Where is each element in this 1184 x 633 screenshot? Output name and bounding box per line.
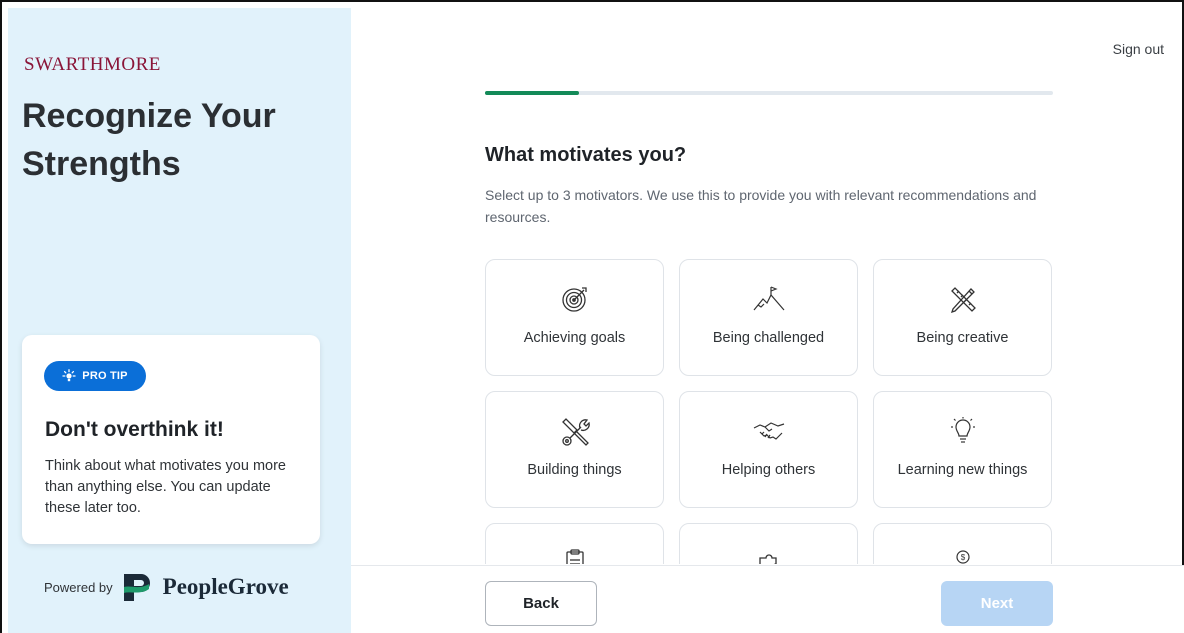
question-title: What motivates you? (485, 144, 687, 166)
pro-tip-card: PRO TIP Don't overthink it! Think about … (22, 335, 320, 544)
handshake-icon (680, 416, 857, 446)
pro-tip-badge: PRO TIP (44, 361, 146, 391)
option-being-challenged[interactable]: Being challenged (679, 259, 858, 376)
lightbulb-icon (874, 416, 1051, 446)
mountain-flag-icon (680, 284, 857, 314)
clipboard-icon (486, 548, 663, 564)
motivator-grid: Achieving goals Being challenged Being c… (485, 259, 1053, 564)
option-clipboard[interactable] (485, 523, 664, 564)
powered-by: Powered by PeopleGrove (44, 570, 289, 604)
tools-icon (486, 416, 663, 446)
tip-title: Don't overthink it! (45, 418, 224, 441)
option-label: Learning new things (897, 462, 1028, 478)
powered-by-label: Powered by (44, 579, 113, 595)
tip-text: Think about what motivates you more than… (45, 458, 286, 516)
option-money[interactable]: $ (873, 523, 1052, 564)
option-learning-new-things[interactable]: Learning new things (873, 391, 1052, 508)
question-subtitle: Select up to 3 motivators. We use this t… (485, 187, 1037, 225)
progress-bar (485, 91, 1053, 95)
option-being-creative[interactable]: Being creative (873, 259, 1052, 376)
page-title-line2: Strengths (22, 145, 181, 183)
option-label: Helping others (721, 462, 816, 478)
powered-by-brand: PeopleGrove (162, 574, 289, 599)
back-button[interactable]: Back (485, 581, 597, 626)
svg-text:$: $ (960, 553, 965, 562)
footer-divider (351, 565, 1184, 566)
progress-bar-fill (485, 91, 579, 95)
option-puzzle[interactable] (679, 523, 858, 564)
puzzle-icon (680, 548, 857, 564)
page-title: Recognize Your Strengths (22, 92, 342, 188)
left-panel: SWARTHMORE Recognize Your Strengths PRO … (8, 8, 351, 633)
option-label: Being creative (916, 330, 1009, 346)
option-achieving-goals[interactable]: Achieving goals (485, 259, 664, 376)
option-label: Building things (527, 462, 622, 478)
lightbulb-icon (62, 369, 76, 383)
sign-out-link[interactable]: Sign out (1113, 41, 1164, 57)
option-label: Achieving goals (523, 330, 626, 346)
option-building-things[interactable]: Building things (485, 391, 664, 508)
footer-bar (351, 566, 1184, 633)
page-title-line1: Recognize Your (22, 97, 276, 135)
option-label: Being challenged (712, 330, 825, 346)
pencil-ruler-icon (874, 284, 1051, 314)
brand-logo: SWARTHMORE (24, 54, 161, 75)
peoplegrove-logo-icon (121, 570, 155, 604)
pro-tip-label: PRO TIP (82, 370, 128, 382)
money-hand-icon: $ (874, 548, 1051, 564)
target-icon (486, 284, 663, 314)
next-button[interactable]: Next (941, 581, 1053, 626)
option-helping-others[interactable]: Helping others (679, 391, 858, 508)
